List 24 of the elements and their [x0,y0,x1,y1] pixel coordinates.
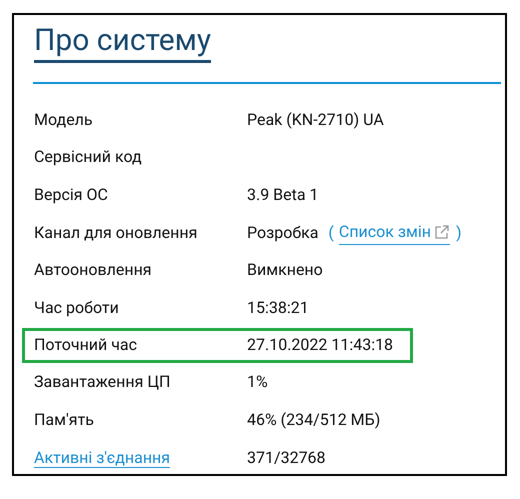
panel-title: Про систему [34,22,212,63]
parenthesis: ) [456,222,462,244]
row-value: 3.9 Beta 1 [247,184,319,206]
row-label: Завантаження ЦП [34,371,172,394]
row-value: Вимкнено [247,259,323,282]
row-label: Канал для оновлення [34,222,198,244]
row-label: Сервісний код [34,146,143,168]
row-label: Поточний час [34,334,138,356]
row-label: Час роботи [34,296,120,319]
row-label: Автооновлення [34,259,153,282]
parenthesis: ( [328,222,334,244]
row-value: 46% (234/512 МБ) [247,408,380,431]
external-link-icon [434,224,450,240]
row-value: Розробка [247,222,318,244]
row-label: Модель [34,108,94,131]
row-value: 371/32768 [247,446,326,469]
row-value: 15:38:21 [247,296,309,319]
row-value: Peak (KN-2710) UA [247,108,384,131]
row-value: 27.10.2022 11:43:18 [247,334,394,356]
row-label: Версія ОС [34,184,109,206]
row-label: Пам'ять [34,408,95,431]
changelog-link[interactable]: Список змін [338,220,450,246]
row-value: 1% [247,371,268,394]
connections-link[interactable]: Активні з'єднання [34,448,170,468]
